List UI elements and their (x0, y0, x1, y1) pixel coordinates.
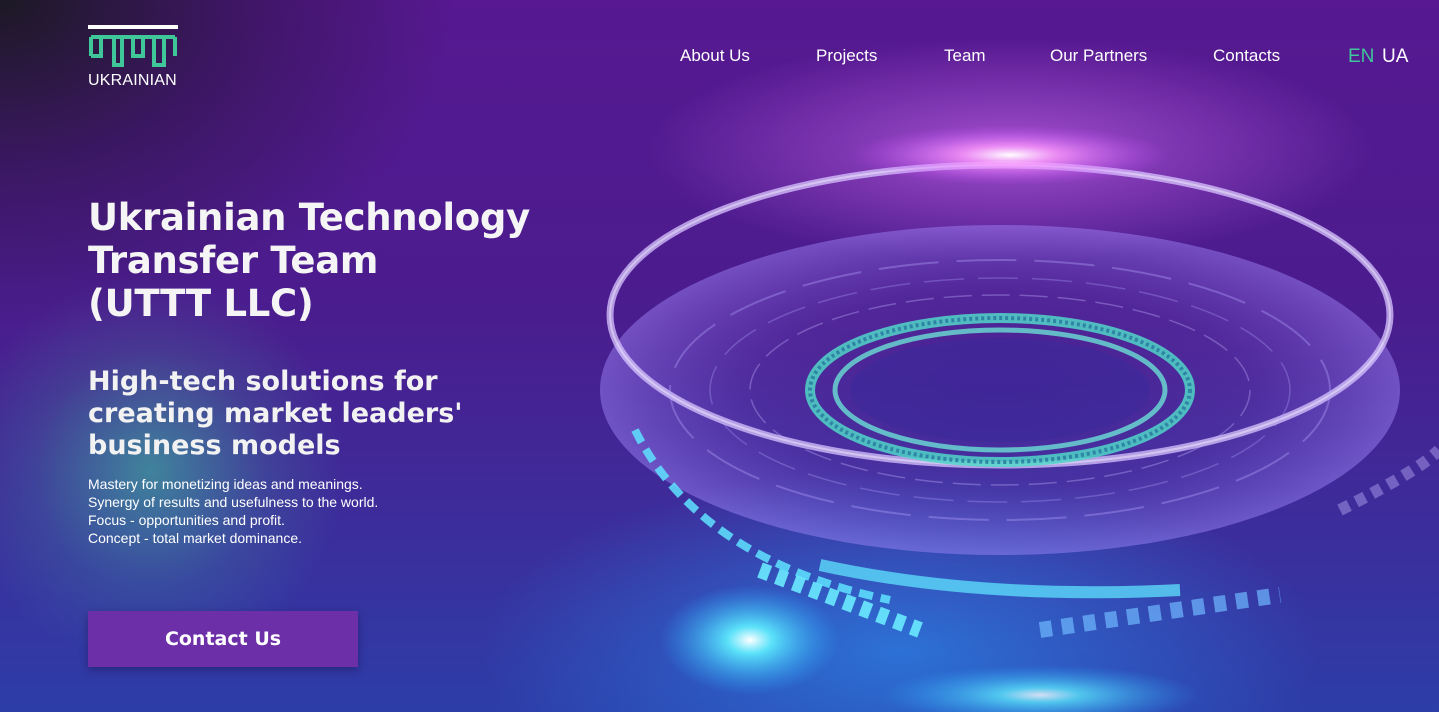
language-en[interactable]: EN (1348, 46, 1374, 68)
title-line: Ukrainian Technology (88, 196, 530, 239)
description-line: Mastery for monetizing ideas and meaning… (88, 476, 363, 492)
page-title: Ukrainian Technology Transfer Team (UTTT… (88, 196, 568, 325)
subtitle-line: business models (88, 430, 341, 461)
nav-projects[interactable]: Projects (816, 46, 877, 66)
main-nav: About Us Projects Team Our Partners Cont… (0, 46, 1439, 66)
description-line: Focus - opportunities and profit. (88, 512, 285, 528)
language-ua[interactable]: UA (1382, 46, 1408, 68)
nav-our-partners[interactable]: Our Partners (1050, 46, 1147, 66)
logo-bar (88, 25, 178, 29)
hero-background (0, 0, 1439, 712)
title-line: (UTTT LLC) (88, 282, 314, 325)
hero-subtitle: High-tech solutions for creating market … (88, 366, 508, 462)
nav-team[interactable]: Team (944, 46, 986, 66)
logo-text: UKRAINIAN (88, 72, 177, 89)
title-line: Transfer Team (88, 239, 379, 282)
nav-contacts[interactable]: Contacts (1213, 46, 1280, 66)
description-line: Concept - total market dominance. (88, 530, 302, 546)
subtitle-line: creating market leaders' (88, 398, 463, 429)
contact-us-button[interactable]: Contact Us (88, 611, 358, 667)
subtitle-line: High-tech solutions for (88, 366, 438, 397)
tech-ring-illustration (600, 125, 1439, 712)
nav-about-us[interactable]: About Us (680, 46, 750, 66)
hero-description: Mastery for monetizing ideas and meaning… (88, 475, 508, 547)
description-line: Synergy of results and usefulness to the… (88, 494, 379, 510)
